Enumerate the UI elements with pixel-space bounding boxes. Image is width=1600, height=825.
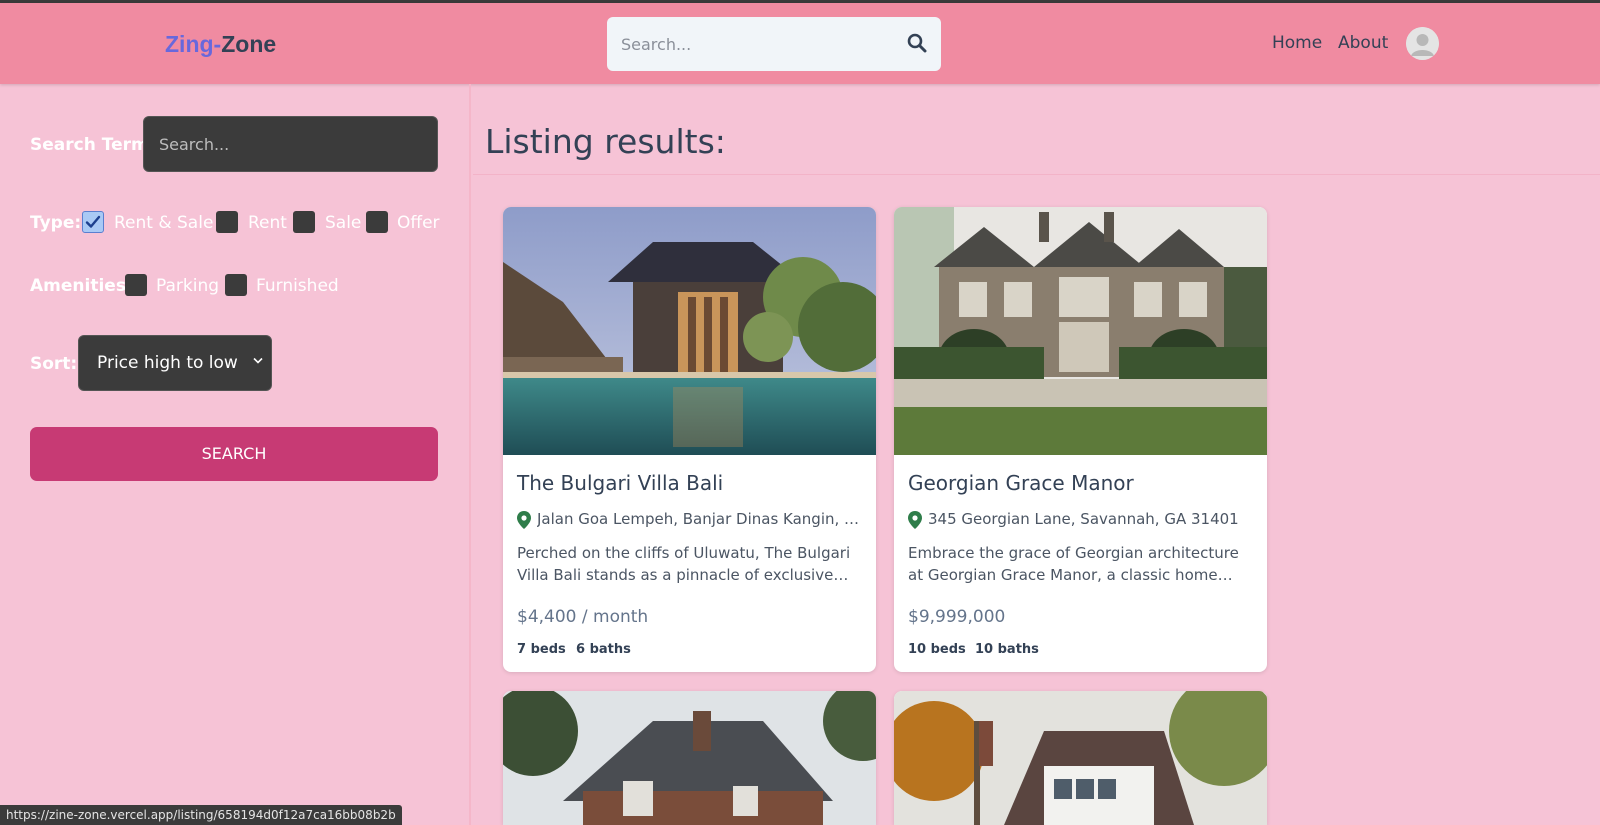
- listing-baths: 6 baths: [576, 642, 631, 657]
- title-divider: [473, 174, 1600, 175]
- listing-card[interactable]: [503, 691, 876, 825]
- listing-name: Georgian Grace Manor: [908, 471, 1134, 495]
- listing-baths: 10 baths: [975, 642, 1039, 657]
- checkbox-furnished[interactable]: [225, 274, 247, 296]
- type-option-label: Offer: [397, 213, 440, 233]
- listing-card[interactable]: The Bulgari Villa Bali Jalan Goa Lempeh,…: [503, 207, 876, 672]
- type-option-label: Rent: [248, 213, 287, 233]
- checkbox-offer[interactable]: [366, 211, 388, 233]
- listing-beds: 10 beds: [908, 642, 966, 657]
- nav-about-link[interactable]: About: [1338, 32, 1388, 54]
- search-term-label: Search Term:: [30, 135, 156, 155]
- location-pin-icon: [517, 511, 531, 529]
- listing-image-house: [894, 691, 1267, 825]
- logo-zone: Zone: [221, 31, 277, 57]
- type-option-label: Rent & Sale: [114, 213, 214, 233]
- listing-image-villa: [503, 207, 876, 455]
- type-option-label: Sale: [325, 213, 362, 233]
- checkbox-sale[interactable]: [293, 211, 315, 233]
- amenity-option-label: Parking: [156, 276, 220, 296]
- nav-home-link[interactable]: Home: [1272, 32, 1322, 54]
- page-title: Listing results:: [485, 122, 726, 161]
- listing-description: Embrace the grace of Georgian architectu…: [908, 544, 1239, 584]
- listing-image-manor: [894, 207, 1267, 455]
- header-search-form: [607, 17, 941, 71]
- listing-beds: 7 beds: [517, 642, 566, 657]
- search-icon[interactable]: [907, 33, 929, 55]
- logo-zing: Zing: [165, 31, 214, 57]
- search-button[interactable]: SEARCH: [30, 427, 438, 481]
- checkbox-parking[interactable]: [125, 274, 147, 296]
- listing-address: Jalan Goa Lempeh, Banjar Dinas Kangin, U…: [537, 510, 867, 528]
- listing-price: $4,400 / month: [517, 607, 649, 627]
- chevron-down-icon: [253, 357, 263, 364]
- listing-image-cottage: [503, 691, 876, 825]
- listing-card[interactable]: Georgian Grace Manor 345 Georgian Lane, …: [894, 207, 1267, 672]
- user-avatar[interactable]: [1406, 27, 1439, 60]
- top-navbar: Zing-Zone Home About: [0, 3, 1600, 84]
- sort-selected-value: Price high to low: [97, 353, 238, 373]
- type-label: Type:: [30, 213, 82, 233]
- listing-card[interactable]: [894, 691, 1267, 825]
- checkmark-icon: [85, 215, 101, 228]
- listing-price: $9,999,000: [908, 607, 1006, 627]
- listing-address: 345 Georgian Lane, Savannah, GA 31401: [928, 510, 1239, 528]
- search-term-input[interactable]: [143, 116, 438, 172]
- site-logo[interactable]: Zing-Zone: [165, 30, 276, 58]
- checkbox-rent-and-sale[interactable]: [82, 211, 104, 233]
- header-search-input[interactable]: [621, 31, 891, 57]
- amenity-option-label: Furnished: [256, 276, 339, 296]
- link-status-bar: https://zine-zone.vercel.app/listing/658…: [0, 805, 402, 825]
- listing-description: Perched on the cliffs of Uluwatu, The Bu…: [517, 544, 851, 584]
- sort-select[interactable]: Price high to low: [78, 335, 272, 391]
- location-pin-icon: [908, 511, 922, 529]
- checkbox-rent[interactable]: [216, 211, 238, 233]
- sort-label: Sort:: [30, 354, 78, 374]
- listing-name: The Bulgari Villa Bali: [517, 471, 724, 495]
- amenities-label: Amenities:: [30, 276, 133, 296]
